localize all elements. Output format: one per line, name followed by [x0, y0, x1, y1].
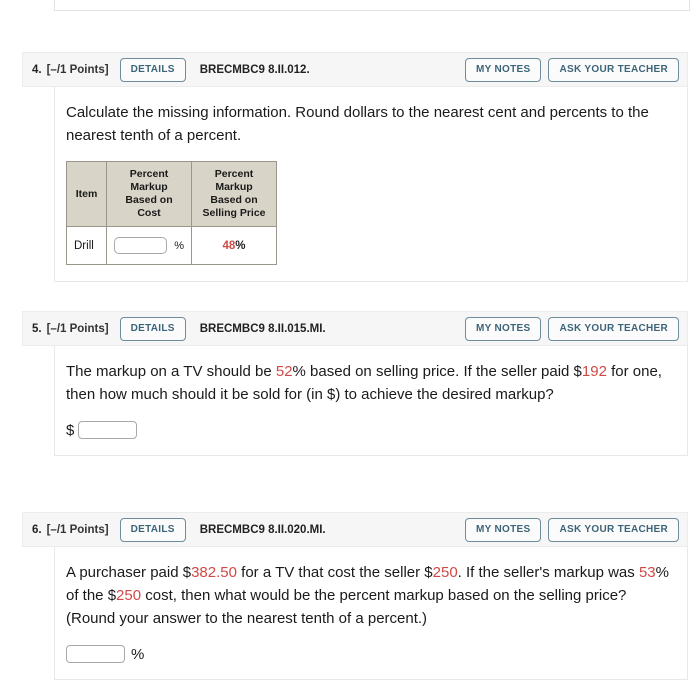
answer-input-6[interactable]	[66, 645, 125, 663]
my-notes-button-6[interactable]: MY NOTES	[465, 517, 542, 542]
question-header-actions-6: MY NOTES ASK YOUR TEACHER	[465, 517, 679, 542]
col-sell-line4: Selling Price	[202, 207, 266, 219]
markup-on-selling-price-value: 48	[222, 239, 236, 252]
answer-row-5: $	[66, 421, 675, 439]
prompt-text: . If the seller's markup was	[457, 564, 639, 581]
col-sell-line1: Percent	[214, 168, 254, 180]
prompt-text: for a TV that cost the seller $	[236, 564, 433, 581]
question-card-4: 4. [–/1 Points] DETAILS BRECMBC9 8.II.01…	[22, 52, 688, 282]
question-card-5: 5. [–/1 Points] DETAILS BRECMBC9 8.II.01…	[22, 311, 688, 456]
previous-question-card-partial	[54, 0, 690, 11]
question-prompt-5: The markup on a TV should be 52% based o…	[66, 360, 675, 406]
dollar-prefix-5: $	[66, 421, 75, 439]
question-points-4: [–/1 Points]	[46, 63, 109, 76]
question-prompt-4: Calculate the missing information. Round…	[66, 101, 675, 147]
my-notes-button-5[interactable]: MY NOTES	[465, 316, 542, 341]
question-number-5: 5.	[32, 322, 42, 335]
prompt-text: % based on selling price. If the seller …	[292, 363, 582, 380]
highlighted-number: 250	[116, 587, 142, 604]
question-header-actions-4: MY NOTES ASK YOUR TEACHER	[465, 57, 679, 82]
markup-table: Item Percent Markup Based on Cost Percen…	[66, 161, 277, 265]
prompt-line-1: Calculate the missing information. Round…	[66, 104, 546, 121]
question-body-5: The markup on a TV should be 52% based o…	[54, 346, 688, 456]
percent-sign-cost: %	[174, 239, 184, 252]
highlighted-number: 382.50	[191, 564, 237, 581]
highlighted-number: 53	[638, 564, 656, 581]
question-number-4: 4.	[32, 63, 42, 76]
cell-item-name: Drill	[66, 226, 107, 265]
col-sell-line2: Markup	[215, 181, 253, 193]
ask-your-teacher-button-6[interactable]: ASK YOUR TEACHER	[548, 517, 679, 542]
question-body-4: Calculate the missing information. Round…	[54, 87, 688, 282]
details-button-6[interactable]: DETAILS	[119, 517, 186, 542]
ask-your-teacher-button-4[interactable]: ASK YOUR TEACHER	[548, 57, 679, 82]
highlighted-number: 250	[432, 564, 458, 581]
question-header-actions-5: MY NOTES ASK YOUR TEACHER	[465, 316, 679, 341]
col-cost-line4: Cost	[137, 207, 161, 219]
percent-sign-selling: %	[235, 239, 246, 252]
column-header-item: Item	[66, 161, 107, 227]
question-number-6: 6.	[32, 523, 42, 536]
prompt-text: cost, then what would be the percent mar…	[66, 587, 627, 627]
column-header-markup-cost: Percent Markup Based on Cost	[106, 161, 192, 227]
details-button-4[interactable]: DETAILS	[119, 57, 186, 82]
details-button-5[interactable]: DETAILS	[119, 316, 186, 341]
markup-table-head: Item Percent Markup Based on Cost Percen…	[66, 161, 277, 227]
prompt-text: The markup on a TV should be	[66, 363, 276, 380]
col-cost-line3: Based on	[125, 194, 173, 206]
cell-markup-on-selling-price: 48%	[191, 226, 277, 265]
markup-table-body: Drill % 48%	[66, 226, 277, 265]
my-notes-button-4[interactable]: MY NOTES	[465, 57, 542, 82]
cell-markup-on-cost: %	[106, 226, 192, 265]
question-code-6: BRECMBC9 8.II.020.MI.	[199, 523, 326, 536]
answer-row-6: %	[66, 645, 675, 663]
table-row: Drill % 48%	[66, 226, 277, 265]
markup-table-header-row: Item Percent Markup Based on Cost Percen…	[66, 161, 277, 227]
markup-on-cost-input[interactable]	[114, 237, 167, 254]
column-header-markup-selling-price: Percent Markup Based on Selling Price	[191, 161, 277, 227]
question-code-4: BRECMBC9 8.II.012.	[199, 63, 310, 76]
answer-input-5[interactable]	[78, 421, 138, 439]
question-code-5: BRECMBC9 8.II.015.MI.	[199, 322, 326, 335]
col-sell-line3: Based on	[210, 194, 258, 206]
percent-suffix-6: %	[131, 645, 145, 663]
ask-your-teacher-button-5[interactable]: ASK YOUR TEACHER	[548, 316, 679, 341]
question-header-5: 5. [–/1 Points] DETAILS BRECMBC9 8.II.01…	[22, 311, 688, 346]
col-cost-line1: Percent	[129, 168, 169, 180]
question-header-4: 4. [–/1 Points] DETAILS BRECMBC9 8.II.01…	[22, 52, 688, 87]
question-card-6: 6. [–/1 Points] DETAILS BRECMBC9 8.II.02…	[22, 512, 688, 680]
question-points-5: [–/1 Points]	[46, 322, 109, 335]
highlighted-number: 192	[581, 363, 607, 380]
question-points-6: [–/1 Points]	[46, 523, 109, 536]
col-cost-line2: Markup	[130, 181, 168, 193]
column-header-item-text: Item	[75, 187, 98, 200]
question-header-6: 6. [–/1 Points] DETAILS BRECMBC9 8.II.02…	[22, 512, 688, 547]
question-prompt-6: A purchaser paid $382.50 for a TV that c…	[66, 561, 675, 630]
question-body-6: A purchaser paid $382.50 for a TV that c…	[54, 547, 688, 680]
highlighted-number: 52	[275, 363, 293, 380]
prompt-text: A purchaser paid $	[66, 564, 192, 581]
